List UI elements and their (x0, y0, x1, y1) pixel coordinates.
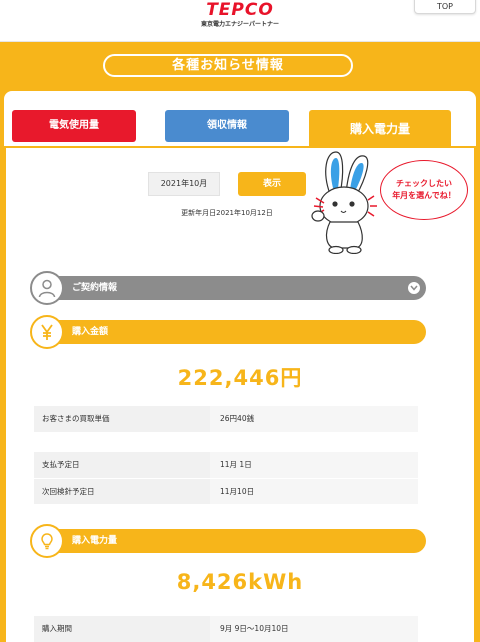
table-row: 購入期間 9月 9日〜10月10日 (34, 616, 418, 642)
row-value: 26円40銭 (210, 406, 418, 433)
row-label: 購入期間 (34, 616, 210, 642)
chevron-down-icon[interactable] (408, 282, 420, 294)
user-icon (30, 271, 64, 305)
tepco-logo[interactable]: TEPCO 東京電力エナジーパートナー (190, 0, 290, 29)
tab-electricity-usage[interactable]: 電気使用量 (12, 110, 136, 142)
top-button[interactable]: TOP (414, 0, 476, 14)
purchased-power-header: 購入電力量 (30, 524, 426, 558)
yen-icon (30, 315, 64, 349)
purchase-amount-label: 購入金額 (72, 327, 109, 337)
table-row: お客さまの買取単価 26円40銭 (34, 406, 418, 433)
tab-purchased-power[interactable]: 購入電力量 (309, 110, 451, 148)
rabbit-mascot-icon (311, 151, 377, 254)
row-value: 9月 9日〜10月10日 (210, 616, 418, 642)
table-row: 支払予定日 11月 1日 (34, 452, 418, 479)
section-title: 各種お知らせ情報 (103, 54, 353, 77)
purchase-amount-header: 購入金額 (30, 315, 426, 349)
tab-receipt-info[interactable]: 領収情報 (165, 110, 289, 142)
table-row: 次回検針予定日 11月10日 (34, 478, 418, 505)
contract-info-label: ご契約情報 (72, 283, 118, 293)
site-header: TEPCO 東京電力エナジーパートナー TOP (0, 0, 480, 42)
purchased-power-label: 購入電力量 (72, 536, 118, 546)
month-select[interactable]: 2021年10月 (148, 172, 220, 196)
row-label: 支払予定日 (34, 452, 210, 479)
purchased-power-value: 8,426kWh (176, 570, 304, 594)
row-value: 11月 1日 (210, 452, 418, 479)
row-label: 次回検針予定日 (34, 478, 210, 505)
speech-bubble: チェックしたい 年月を選んでね！ (380, 160, 468, 220)
bubble-line-1: チェックしたい (396, 179, 452, 188)
logo-text: TEPCO (206, 0, 274, 20)
row-value: 11月10日 (210, 478, 418, 505)
bubble-line-2: 年月を選んでね！ (392, 191, 456, 200)
lightbulb-icon (30, 524, 64, 558)
logo-subtitle: 東京電力エナジーパートナー (201, 21, 279, 28)
unit-price-table: お客さまの買取単価 26円40銭 (34, 406, 418, 433)
contract-info-toggle[interactable]: ご契約情報 (30, 271, 426, 305)
show-button[interactable]: 表示 (238, 172, 306, 196)
schedule-table: 支払予定日 11月 1日 次回検針予定日 11月10日 (34, 452, 418, 505)
row-label: お客さまの買取単価 (34, 406, 210, 433)
tab-panel (4, 146, 476, 642)
updated-date: 更新年月日2021年10月12日 (181, 209, 273, 217)
purchase-amount-value: 222,446円 (177, 366, 303, 390)
purchase-period-table: 購入期間 9月 9日〜10月10日 (34, 616, 418, 642)
